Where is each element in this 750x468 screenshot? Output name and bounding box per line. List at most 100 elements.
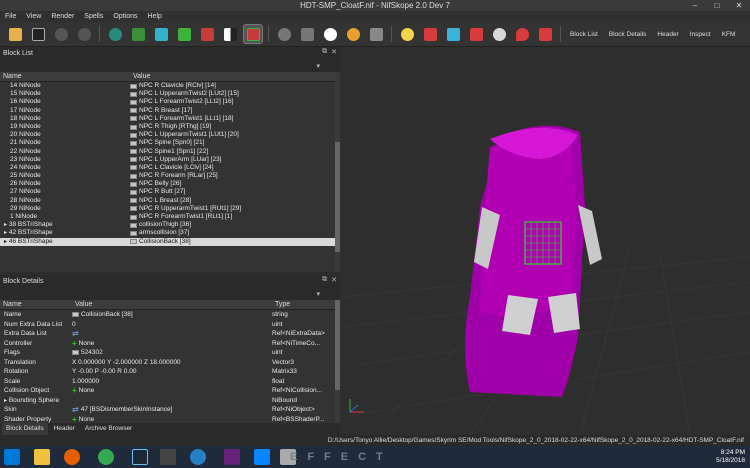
view-top-button[interactable] xyxy=(152,25,170,43)
menu-help[interactable]: Help xyxy=(148,13,162,20)
block-list-dock-toggle[interactable]: Block List xyxy=(567,25,601,43)
close-dock-button[interactable]: ✕ xyxy=(331,48,337,56)
system-clock[interactable]: 8:24 PM 5/18/2018 xyxy=(716,449,745,465)
view-side-button[interactable] xyxy=(198,25,216,43)
detail-value[interactable]: None xyxy=(79,339,95,349)
select-mode-button[interactable] xyxy=(129,25,147,43)
save-file-button[interactable] xyxy=(29,25,47,43)
detail-row[interactable]: Skin ⇄ 47 [BSDismemberSkinInstance] Ref<NiO… xyxy=(0,405,335,415)
toggle-markers-button[interactable] xyxy=(536,25,554,43)
tree-row[interactable]: 24 NiNode NPC L Clavicle [LClv] [24] xyxy=(0,164,335,172)
detail-value[interactable]: None xyxy=(79,386,95,396)
toggle-hidden-button[interactable] xyxy=(344,25,362,43)
menu-view[interactable]: View xyxy=(26,13,41,20)
inspect-dock-toggle[interactable]: Inspect xyxy=(687,25,714,43)
detail-value[interactable]: X 0.000000 Y -2.000000 Z 18.000000 xyxy=(72,358,181,368)
toggle-texture-button[interactable] xyxy=(106,25,124,43)
collapse-arrow-icon[interactable]: ▾ xyxy=(316,62,320,70)
float-dock-button[interactable]: ⧉ xyxy=(322,48,327,56)
firefox-icon[interactable] xyxy=(64,449,80,465)
detail-row[interactable]: Flags 524302 uint xyxy=(0,348,335,358)
view-front-button[interactable] xyxy=(175,25,193,43)
open-file-button[interactable] xyxy=(6,25,24,43)
menu-options[interactable]: Options xyxy=(113,13,137,20)
view-walk-button[interactable] xyxy=(221,25,239,43)
tree-row[interactable]: 18 NiNode NPC L ForearmTwist1 [LLt1] [18] xyxy=(0,115,335,123)
toggle-skeleton-button[interactable] xyxy=(444,25,462,43)
block-details-dock-toggle[interactable]: Block Details xyxy=(606,25,650,43)
teamspeak-icon[interactable] xyxy=(190,449,206,465)
toggle-visibility-button[interactable] xyxy=(321,25,339,43)
redo-button[interactable] xyxy=(75,25,93,43)
detail-row[interactable]: Rotation Y -0.00 P -0.00 R 0.00 Matrix33 xyxy=(0,367,335,377)
tab-header[interactable]: Header xyxy=(50,423,79,435)
expand-arrow-icon[interactable]: ▸ xyxy=(4,222,7,228)
lighting-button[interactable] xyxy=(398,25,416,43)
detail-row[interactable]: Controller + None Ref<NiTimeCo... xyxy=(0,339,335,349)
tree-row[interactable]: 14 NiNode NPC R Clavicle [RClv] [14] xyxy=(0,82,335,90)
detail-value[interactable]: Y -0.00 P -0.00 R 0.00 xyxy=(72,367,136,377)
detail-value[interactable]: 1.000000 xyxy=(72,377,99,387)
view-user-button[interactable] xyxy=(243,24,263,44)
detail-row[interactable]: Translation X 0.000000 Y -2.000000 Z 18.0… xyxy=(0,358,335,368)
detail-value[interactable]: CollisionBack [38] xyxy=(81,310,133,320)
minimize-button[interactable]: – xyxy=(684,0,706,11)
tree-row[interactable]: 17 NiNode NPC R Breast [17] xyxy=(0,107,335,115)
collapse-arrow-icon[interactable]: ▾ xyxy=(316,290,320,298)
plus-icon[interactable]: + xyxy=(72,339,77,349)
column-header-type[interactable]: Type xyxy=(272,300,332,309)
tree-row[interactable]: 26 NiNode NPC Belly [26] xyxy=(0,180,335,188)
detail-value[interactable]: 524302 xyxy=(81,348,103,358)
app2-icon[interactable] xyxy=(254,449,270,465)
menu-render[interactable]: Render xyxy=(51,13,74,20)
detail-row[interactable]: ▸ Bounding Sphere NiBound xyxy=(0,396,335,406)
float-dock-button[interactable]: ⧉ xyxy=(322,276,327,284)
tab-archive-browser[interactable]: Archive Browser xyxy=(81,423,136,435)
tree-row[interactable]: 23 NiNode NPC L UpperArm [LUar] [23] xyxy=(0,156,335,164)
tree-row[interactable]: 19 NiNode NPC R Thigh [RThg] [19] xyxy=(0,123,335,131)
tab-block-details[interactable]: Block Details xyxy=(2,423,48,435)
tree-row-selected[interactable]: ▸ 46 BSTriShape CollisionBack [38] xyxy=(0,237,335,246)
tree-row[interactable]: 25 NiNode NPC R Forearm [RLar] [25] xyxy=(0,172,335,180)
tree-row[interactable]: 1 NiNode NPC R ForearmTwist1 [RLt1] [1] xyxy=(0,213,335,221)
tree-row[interactable]: 16 NiNode NPC L ForearmTwist2 [LLt2] [16] xyxy=(0,98,335,106)
visual-studio-icon[interactable] xyxy=(224,449,240,465)
flip-view-button[interactable] xyxy=(298,25,316,43)
tree-row[interactable]: 20 NiNode NPC L UpperarmTwist1 [LUt1] [20… xyxy=(0,131,335,139)
tree-row[interactable]: 29 NiNode NPC R UpperarmTwist1 [RUt1] [29… xyxy=(0,205,335,213)
toggle-shaders-button[interactable] xyxy=(421,25,439,43)
detail-value[interactable]: 47 [BSDismemberSkinInstance] xyxy=(81,405,173,415)
column-header-value[interactable]: Value xyxy=(72,300,272,309)
tree-row[interactable]: 21 NiNode NPC Spine [Spn0] [21] xyxy=(0,139,335,147)
chrome-icon[interactable] xyxy=(98,449,114,465)
column-header-name[interactable]: Name xyxy=(0,300,72,309)
close-dock-button[interactable]: ✕ xyxy=(331,276,337,284)
render-viewport[interactable] xyxy=(340,47,750,435)
toggle-wireframe-button[interactable] xyxy=(467,25,485,43)
steam-icon[interactable] xyxy=(132,449,148,465)
toggle-collision-button[interactable] xyxy=(513,25,531,43)
undo-button[interactable] xyxy=(52,25,70,43)
walk-mode-button[interactable] xyxy=(275,25,293,43)
close-button[interactable]: ✕ xyxy=(728,0,750,11)
start-button[interactable] xyxy=(4,449,20,465)
explorer-icon[interactable] xyxy=(34,449,50,465)
tree-row[interactable]: 27 NiNode NPC R Butt [27] xyxy=(0,188,335,196)
toggle-textures-button[interactable] xyxy=(490,25,508,43)
expand-arrow-icon[interactable]: ▸ xyxy=(4,239,7,245)
tree-row[interactable]: 22 NiNode NPC Spine1 [Spn1] [22] xyxy=(0,148,335,156)
kfm-dock-toggle[interactable]: KFM xyxy=(719,25,739,43)
detail-row[interactable]: Num Extra Data List 0 uint xyxy=(0,320,335,330)
detail-value[interactable]: 0 xyxy=(72,320,76,330)
detail-row[interactable]: Name CollisionBack [38] string xyxy=(0,310,335,320)
menu-spells[interactable]: Spells xyxy=(84,13,103,20)
column-header-value[interactable]: Value xyxy=(130,72,330,81)
screenshot-button[interactable] xyxy=(367,25,385,43)
expand-arrow-icon[interactable]: ▸ xyxy=(4,230,7,236)
expand-arrow-icon[interactable]: ▸ xyxy=(4,398,7,404)
maximize-button[interactable]: □ xyxy=(706,0,728,11)
tree-row[interactable]: ▸ 42 BSTriShape armscollision [37] xyxy=(0,229,335,237)
tree-row[interactable]: ▸ 38 BSTriShape collisionThigh [36] xyxy=(0,221,335,229)
menu-file[interactable]: File xyxy=(5,13,16,20)
detail-row[interactable]: Scale 1.000000 float xyxy=(0,377,335,387)
